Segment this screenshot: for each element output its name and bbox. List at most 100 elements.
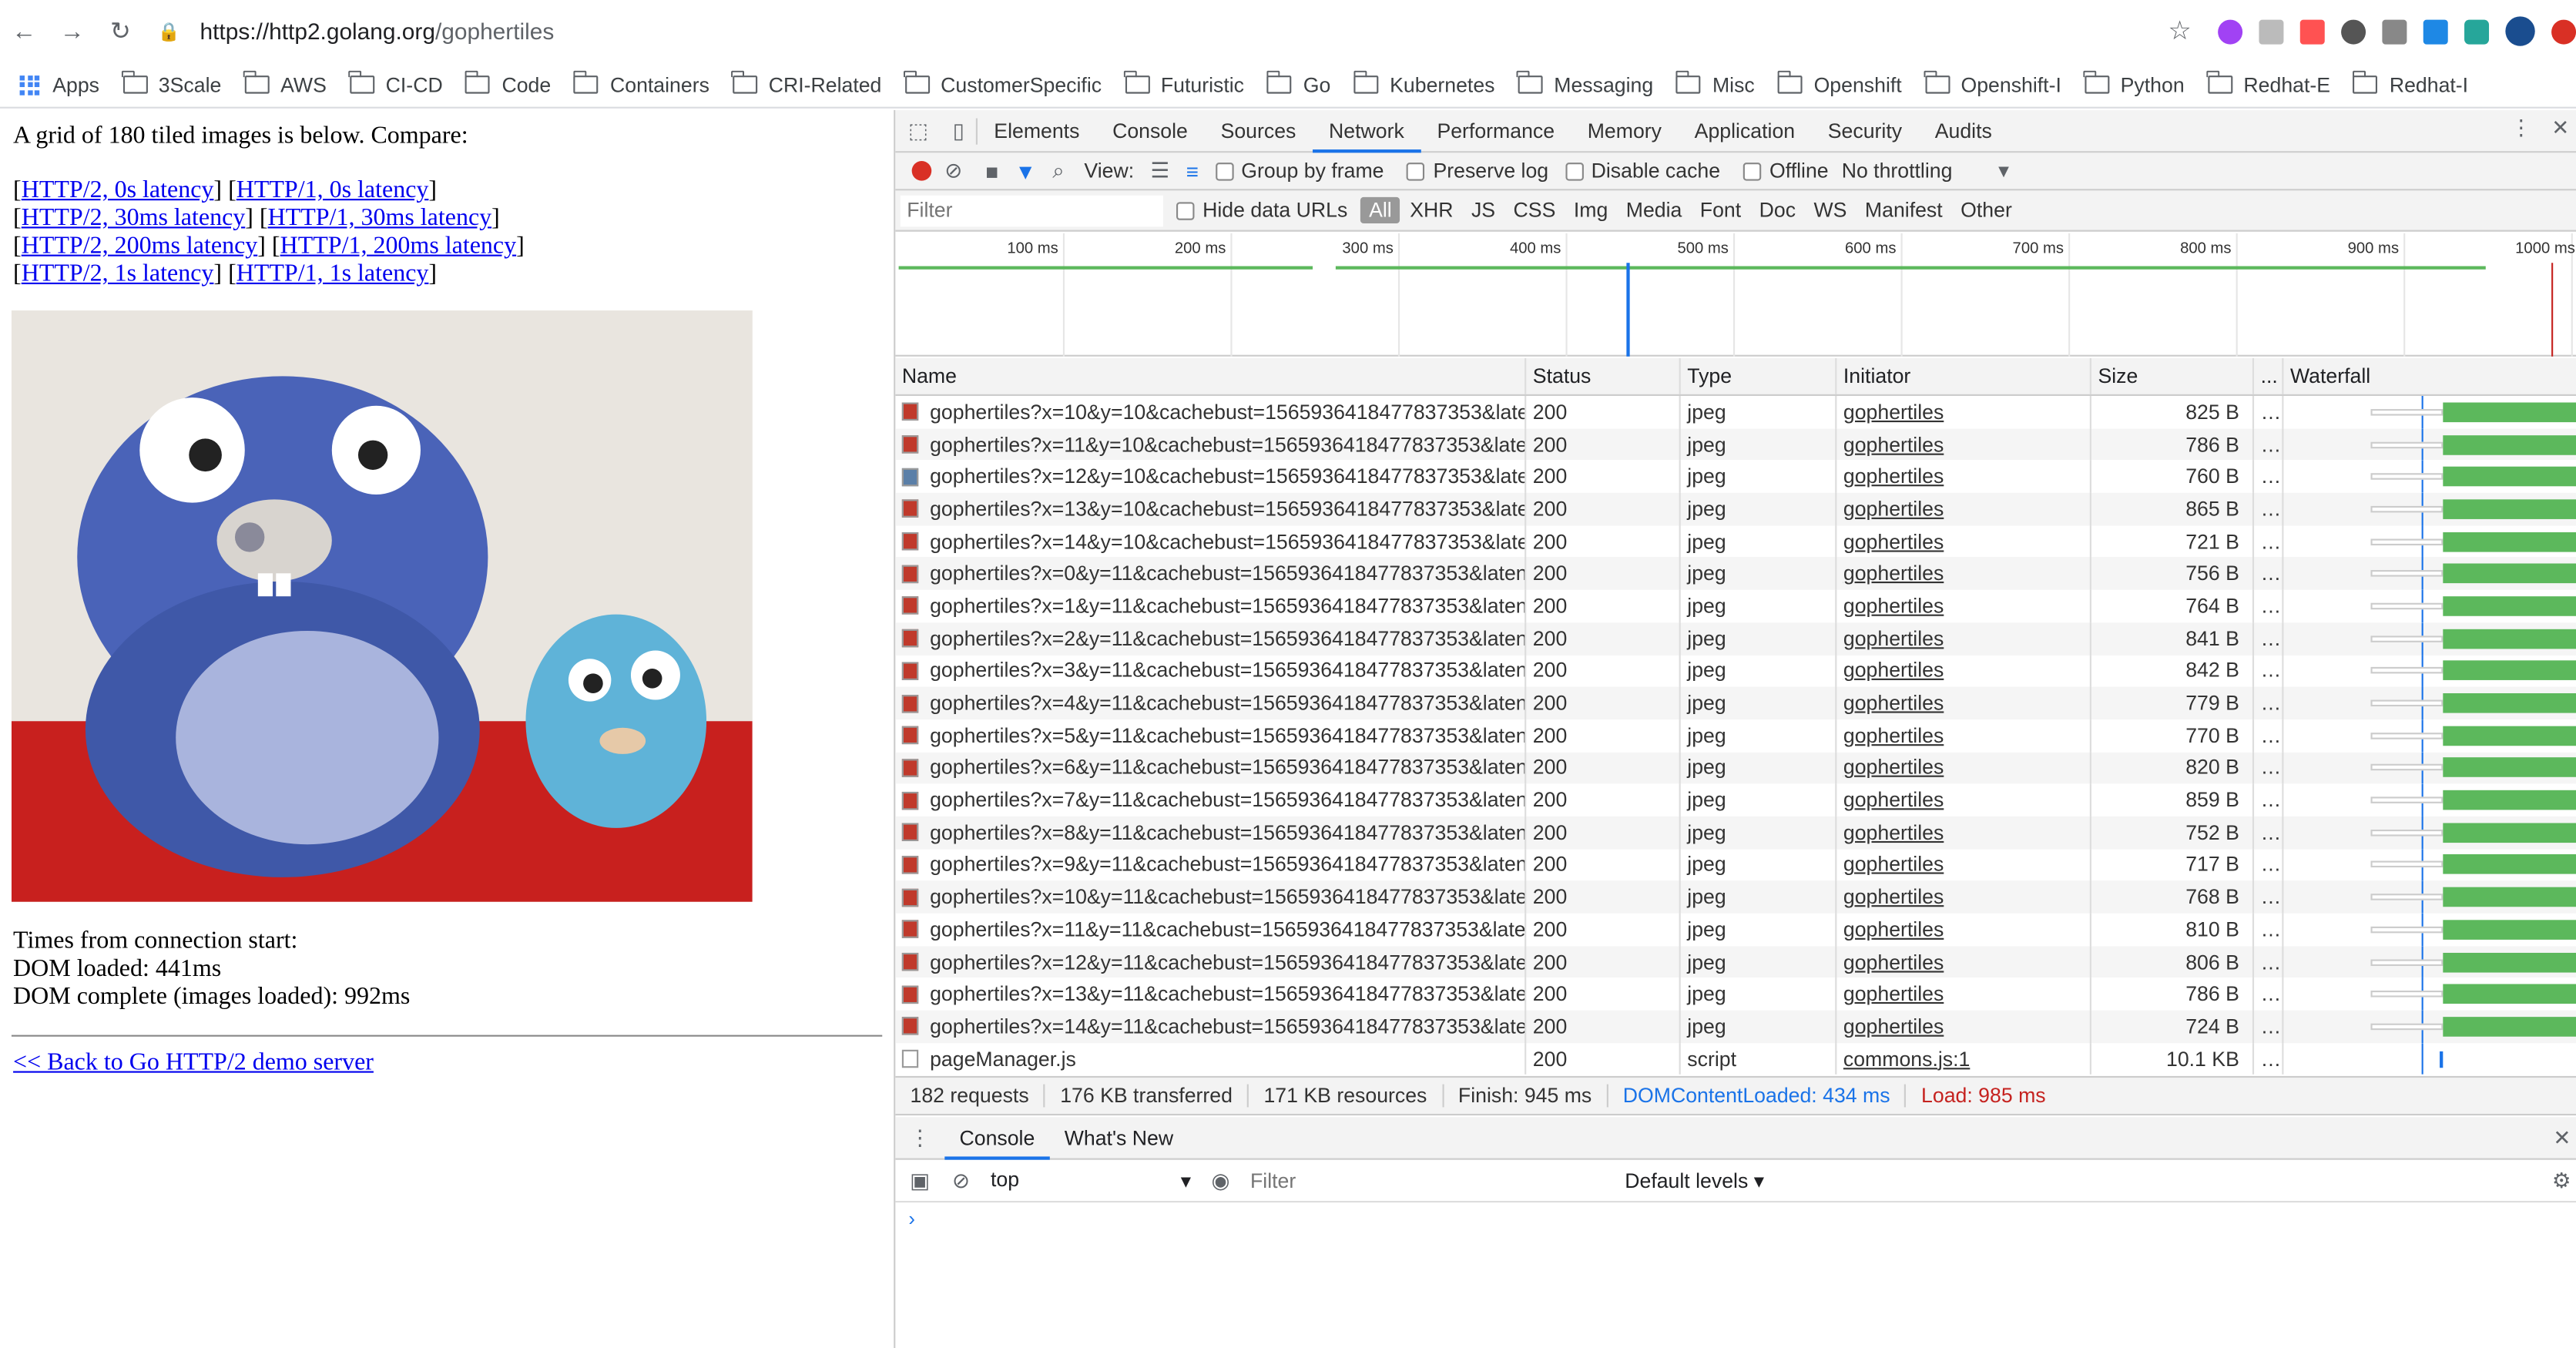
initiator-link[interactable]: gophertiles [1843, 401, 1944, 424]
table-row[interactable]: gophertiles?x=14&y=11&cachebust=15659364… [895, 1010, 2576, 1043]
column-header[interactable]: Type [1681, 357, 1837, 394]
eye-icon[interactable]: ◉ [1191, 1167, 1250, 1193]
table-row[interactable]: gophertiles?x=12&y=11&cachebust=15659364… [895, 945, 2576, 978]
table-row[interactable]: gophertiles?x=11&y=10&cachebust=15659364… [895, 428, 2576, 461]
bookmark-star-icon[interactable]: ☆ [2168, 15, 2192, 48]
table-row[interactable]: gophertiles?x=3&y=11&cachebust=156593641… [895, 654, 2576, 687]
http2-link[interactable]: HTTP/2, 1s latency [22, 261, 214, 287]
http2-link[interactable]: HTTP/2, 0s latency [22, 177, 214, 203]
large-rows-icon[interactable]: ☰ [1150, 158, 1169, 184]
initiator-link[interactable]: gophertiles [1843, 659, 1944, 682]
column-header[interactable]: Name [895, 357, 1527, 394]
initiator-link[interactable]: gophertiles [1843, 1015, 1944, 1038]
initiator-link[interactable]: gophertiles [1843, 724, 1944, 747]
tab-memory[interactable]: Memory [1571, 109, 1678, 152]
bookmark-item[interactable]: Python [2083, 70, 2185, 96]
initiator-link[interactable]: gophertiles [1843, 627, 1944, 650]
filter-type-font[interactable]: Font [1692, 197, 1749, 223]
clear-console-icon[interactable]: ⊘ [944, 1167, 978, 1193]
table-row[interactable]: gophertiles?x=11&y=11&cachebust=15659364… [895, 913, 2576, 946]
bookmark-item[interactable]: CI-CD [348, 70, 443, 96]
filter-type-all[interactable]: All [1360, 196, 1400, 224]
more-icon[interactable]: ⋮ [895, 1125, 944, 1151]
extension-icon[interactable] [2218, 18, 2243, 44]
more-icon[interactable]: ⋮ [2511, 115, 2532, 141]
screenshot-icon[interactable]: ■ [985, 159, 998, 183]
bookmark-item[interactable]: Misc [1675, 70, 1755, 96]
column-header[interactable]: Status [1526, 357, 1681, 394]
disable-cache-checkbox[interactable] [1565, 162, 1583, 180]
table-row[interactable]: gophertiles?x=2&y=11&cachebust=156593641… [895, 622, 2576, 655]
drawer-tab-console[interactable]: Console [944, 1116, 1050, 1159]
forward-icon[interactable]: → [49, 17, 97, 45]
filter-type-media[interactable]: Media [1618, 197, 1690, 223]
tab-sources[interactable]: Sources [1204, 109, 1312, 152]
bookmark-item[interactable]: Redhat-I [2353, 70, 2468, 96]
initiator-link[interactable]: gophertiles [1843, 692, 1944, 715]
filter-type-xhr[interactable]: XHR [1402, 197, 1462, 223]
table-row[interactable]: gophertiles?x=14&y=10&cachebust=15659364… [895, 525, 2576, 558]
tab-application[interactable]: Application [1678, 109, 1811, 152]
log-levels-select[interactable]: Default levels ▾ [1625, 1168, 1764, 1192]
initiator-link[interactable]: gophertiles [1843, 595, 1944, 618]
bookmark-item[interactable]: Code [465, 70, 551, 96]
group-by-frame-checkbox[interactable] [1215, 162, 1233, 180]
tab-network[interactable]: Network [1312, 109, 1421, 153]
bookmark-item[interactable]: Messaging [1517, 70, 1653, 96]
table-row[interactable]: gophertiles?x=5&y=11&cachebust=156593641… [895, 719, 2576, 752]
bookmark-item[interactable]: Kubernetes [1353, 70, 1494, 96]
filter-type-js[interactable]: JS [1463, 197, 1503, 223]
bookmark-item[interactable]: Openshift [1776, 70, 1902, 96]
bookmark-item[interactable]: AWS [243, 70, 327, 96]
bookmark-item[interactable]: Go [1266, 70, 1330, 96]
back-icon[interactable]: ← [0, 17, 49, 45]
bookmark-item[interactable]: Redhat-E [2206, 70, 2330, 96]
hide-data-urls-checkbox[interactable] [1176, 201, 1195, 220]
tab-performance[interactable]: Performance [1420, 109, 1571, 152]
tab-console[interactable]: Console [1096, 109, 1204, 152]
initiator-link[interactable]: gophertiles [1843, 498, 1944, 521]
table-row[interactable]: gophertiles?x=10&y=10&cachebust=15659364… [895, 395, 2576, 428]
tab-elements[interactable]: Elements [978, 109, 1096, 152]
column-header[interactable]: Initiator [1836, 357, 2091, 394]
tab-audits[interactable]: Audits [1918, 109, 2008, 152]
initiator-link[interactable]: gophertiles [1843, 983, 1944, 1006]
extension-icon[interactable] [2259, 18, 2284, 44]
filter-type-other[interactable]: Other [1952, 197, 2020, 223]
filter-type-doc[interactable]: Doc [1751, 197, 1804, 223]
throttling-select[interactable]: No throttling [1842, 159, 1953, 183]
initiator-link[interactable]: gophertiles [1843, 433, 1944, 456]
sidebar-toggle-icon[interactable]: ▣ [895, 1167, 944, 1193]
extension-icon[interactable] [2423, 18, 2448, 44]
extension-icon[interactable] [2551, 18, 2576, 44]
tab-security[interactable]: Security [1811, 109, 1918, 152]
initiator-link[interactable]: gophertiles [1843, 465, 1944, 488]
filter-type-css[interactable]: CSS [1505, 197, 1564, 223]
bookmark-item[interactable]: 3Scale [122, 70, 221, 96]
camera-icon[interactable] [2382, 18, 2407, 44]
table-row[interactable]: gophertiles?x=13&y=11&cachebust=15659364… [895, 977, 2576, 1011]
profile-avatar[interactable] [2505, 16, 2535, 46]
context-select[interactable]: top ▾ [978, 1168, 1191, 1192]
bookmark-item[interactable]: Futuristic [1124, 70, 1244, 96]
table-row[interactable]: gophertiles?x=9&y=11&cachebust=156593641… [895, 848, 2576, 881]
extension-icon[interactable] [2464, 18, 2490, 44]
http1-link[interactable]: HTTP/1, 30ms latency [268, 206, 492, 232]
bookmark-item[interactable]: Openshift-I [1924, 70, 2061, 96]
search-icon[interactable]: ⌕ [1052, 158, 1065, 184]
initiator-link[interactable]: gophertiles [1843, 918, 1944, 941]
bookmark-item[interactable]: Apps [19, 73, 99, 96]
preserve-log-checkbox[interactable] [1407, 162, 1425, 180]
console-prompt[interactable]: › [908, 1208, 915, 1231]
initiator-link[interactable]: gophertiles [1843, 789, 1944, 812]
drawer-tab-whats-new[interactable]: What's New [1050, 1126, 1189, 1149]
initiator-link[interactable]: gophertiles [1843, 756, 1944, 780]
initiator-link[interactable]: gophertiles [1843, 530, 1944, 553]
column-header[interactable]: Size [2091, 357, 2255, 394]
initiator-link[interactable]: gophertiles [1843, 951, 1944, 974]
filter-input[interactable] [900, 194, 1163, 226]
device-toolbar-icon[interactable]: ▯ [941, 117, 978, 144]
offline-checkbox[interactable] [1742, 162, 1762, 180]
chevron-down-icon[interactable]: ▾ [1998, 158, 2009, 184]
table-row[interactable]: gophertiles?x=0&y=11&cachebust=156593641… [895, 557, 2576, 590]
